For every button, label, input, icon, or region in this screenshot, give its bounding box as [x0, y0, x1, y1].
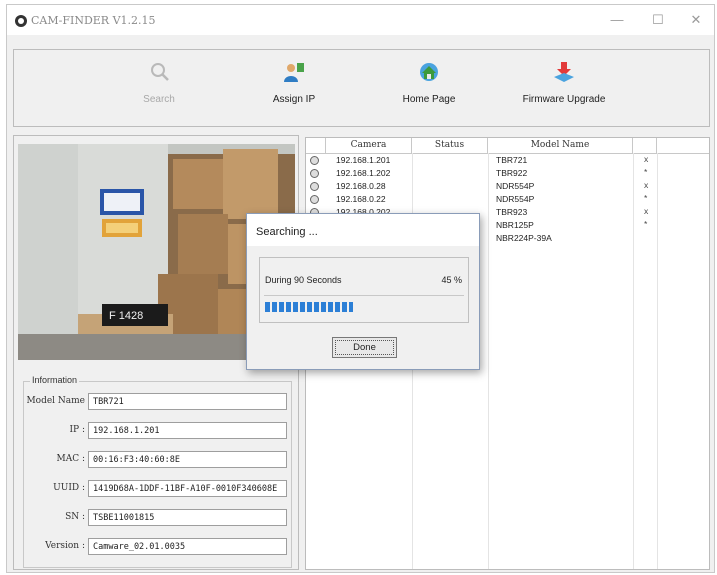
dialog-progress-frame: During 90 Seconds 45 %	[259, 257, 469, 323]
camera-model: NBR125P	[496, 220, 534, 230]
camera-icon	[310, 182, 319, 191]
camera-model: NBR224P-39A	[496, 233, 552, 243]
dialog-message: During 90 Seconds	[265, 275, 342, 285]
plate-text: F 1428	[109, 310, 143, 322]
camera-row[interactable]: 192.168.1.201 TBR721 x	[306, 154, 709, 167]
camera-row[interactable]: 192.168.0.22 NDR554P *	[306, 193, 709, 206]
mac-label: MAC :	[56, 454, 86, 464]
close-button[interactable]: ✕	[681, 10, 711, 30]
ip-field[interactable]: 192.168.1.201	[88, 422, 287, 439]
camera-model: TBR922	[496, 168, 528, 178]
search-icon	[151, 63, 169, 81]
home-page-button[interactable]: Home Page	[374, 60, 484, 105]
camera-list-header: Camera Status Model Name	[306, 138, 709, 154]
model-name-row: Model Name TBR721	[24, 393, 293, 411]
home-icon	[420, 63, 438, 81]
window-title: CAM-FINDER V1.2.15	[31, 14, 156, 27]
uuid-label: UUID :	[53, 483, 85, 493]
camera-row[interactable]: 192.168.0.28 NDR554P x	[306, 180, 709, 193]
camera-mark: *	[644, 219, 648, 229]
camera-icon	[310, 195, 319, 204]
model-name-label: Model Name	[26, 396, 85, 406]
version-label: Version :	[45, 541, 85, 551]
firmware-download-icon	[554, 62, 574, 82]
sn-row: SN : TSBE11001815	[24, 509, 293, 527]
mac-row: MAC : 00:16:F3:40:60:8E	[24, 451, 293, 469]
search-progress-fill	[265, 302, 354, 312]
mac-field[interactable]: 00:16:F3:40:60:8E	[88, 451, 287, 468]
camera-model: NDR554P	[496, 181, 535, 191]
camera-mark: x	[644, 206, 649, 216]
camera-ip: 192.168.0.22	[336, 194, 386, 204]
dialog-title-bar: Searching ...	[247, 214, 479, 246]
search-button[interactable]: Search	[104, 60, 214, 105]
camera-row[interactable]: 192.168.1.202 TBR922 *	[306, 167, 709, 180]
camera-ip: 192.168.1.201	[336, 155, 391, 165]
search-button-label: Search	[143, 94, 175, 105]
home-page-label: Home Page	[402, 94, 456, 105]
firmware-upgrade-button[interactable]: Firmware Upgrade	[509, 60, 619, 105]
firmware-upgrade-label: Firmware Upgrade	[522, 94, 606, 105]
app-logo-icon	[15, 15, 27, 27]
camera-icon	[310, 156, 319, 165]
ip-label: IP :	[69, 425, 85, 435]
camera-mark: *	[644, 167, 648, 177]
toolbar: Search Assign IP Home Page Firmware Upgr…	[13, 49, 710, 127]
camera-model: TBR721	[496, 155, 528, 165]
title-bar: CAM-FINDER V1.2.15 — ☐ ✕	[7, 5, 714, 35]
version-row: Version : Camware_02.01.0035	[24, 538, 293, 556]
uuid-field[interactable]: 1419D68A-1DDF-11BF-A10F-0010F340608E	[88, 480, 287, 497]
minimize-button[interactable]: —	[602, 10, 632, 30]
dialog-title: Searching ...	[256, 226, 318, 238]
camera-ip: 192.168.1.202	[336, 168, 391, 178]
camera-icon	[310, 169, 319, 178]
camera-mark: *	[644, 193, 648, 203]
uuid-row: UUID : 1419D68A-1DDF-11BF-A10F-0010F3406…	[24, 480, 293, 498]
maximize-button[interactable]: ☐	[643, 10, 673, 30]
camera-mark: x	[644, 154, 649, 164]
assign-ip-label: Assign IP	[272, 94, 316, 105]
model-name-field[interactable]: TBR721	[88, 393, 287, 410]
sn-field[interactable]: TSBE11001815	[88, 509, 287, 526]
camera-column-header[interactable]: Camera	[326, 138, 412, 153]
information-legend: Information	[30, 375, 80, 385]
camera-ip: 192.168.0.28	[336, 181, 386, 191]
done-button[interactable]: Done	[332, 337, 397, 358]
status-column-header[interactable]: Status	[412, 138, 488, 153]
dialog-separator	[264, 295, 464, 296]
assign-ip-icon	[284, 63, 304, 82]
model-name-column-header[interactable]: Model Name	[488, 138, 633, 153]
camera-mark: x	[644, 180, 649, 190]
assign-ip-button[interactable]: Assign IP	[239, 60, 349, 105]
search-progress-bar	[265, 302, 461, 312]
camera-model: TBR923	[496, 207, 528, 217]
version-field[interactable]: Camware_02.01.0035	[88, 538, 287, 555]
information-group: Information Model Name TBR721 IP : 192.1…	[23, 375, 293, 568]
camera-model: NDR554P	[496, 194, 535, 204]
dialog-percent: 45 %	[441, 275, 462, 285]
extra-column-header[interactable]	[633, 138, 657, 153]
sn-label: SN :	[65, 512, 85, 522]
searching-dialog: Searching ... During 90 Seconds 45 % Don…	[246, 213, 480, 370]
icon-column-header[interactable]	[306, 138, 326, 153]
ip-row: IP : 192.168.1.201	[24, 422, 293, 440]
